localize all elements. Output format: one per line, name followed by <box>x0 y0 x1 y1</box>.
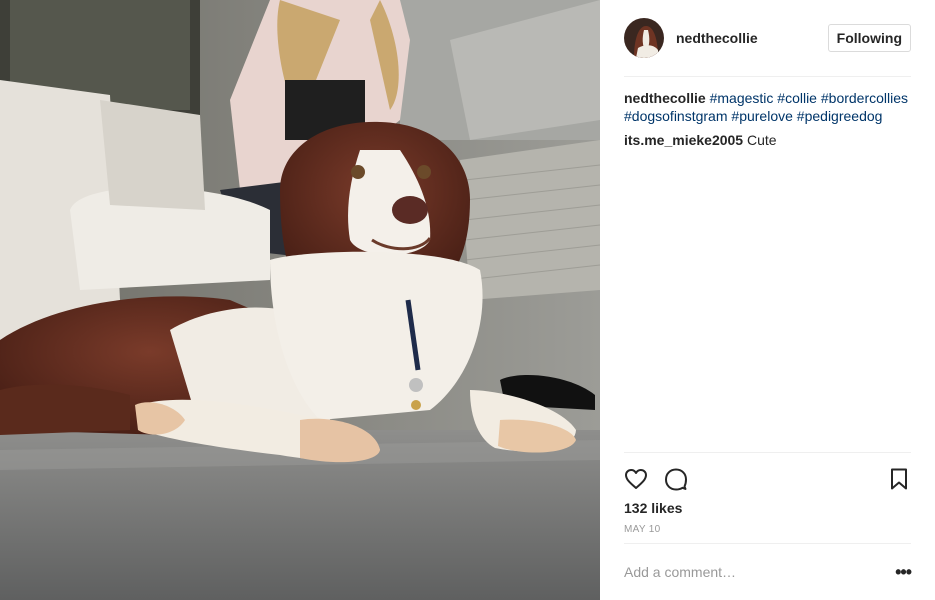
add-comment-input[interactable] <box>624 564 896 580</box>
caption-username[interactable]: nedthecollie <box>624 90 706 106</box>
post-container: nedthecollie Following nedthecollie #mag… <box>0 0 935 600</box>
comment-bubble-icon[interactable] <box>664 467 688 491</box>
caption: nedthecollie #magestic #collie #borderco… <box>624 89 911 125</box>
more-options-icon[interactable]: ••• <box>895 562 912 583</box>
post-username[interactable]: nedthecollie <box>676 30 828 46</box>
hashtag-link[interactable]: #collie <box>777 90 817 106</box>
add-comment-bar: ••• <box>624 543 912 600</box>
hashtag-link[interactable]: #pedigreedog <box>797 108 883 124</box>
likes-count[interactable]: 132 likes <box>624 500 911 516</box>
collie-photo-image <box>0 0 600 600</box>
post-photo[interactable] <box>0 0 600 600</box>
heart-icon[interactable] <box>624 467 648 491</box>
post-header: nedthecollie Following <box>624 0 911 77</box>
collie-avatar-image <box>624 18 664 58</box>
comment-text: Cute <box>746 132 777 148</box>
action-bar <box>624 452 911 496</box>
hashtag-link[interactable]: #bordercollies <box>821 90 908 106</box>
comment-item: its.me_mieke2005 Cute <box>624 131 911 149</box>
comments-section: nedthecollie #magestic #collie #borderco… <box>624 77 911 452</box>
following-button[interactable]: Following <box>827 24 911 52</box>
post-side-panel: nedthecollie Following nedthecollie #mag… <box>600 0 935 600</box>
hashtag-link[interactable]: #magestic <box>710 90 774 106</box>
comment-username[interactable]: its.me_mieke2005 <box>624 132 743 148</box>
hashtag-link[interactable]: #purelove <box>731 108 793 124</box>
bookmark-icon[interactable] <box>887 467 911 491</box>
post-date[interactable]: MAY 10 <box>624 524 911 535</box>
hashtag-link[interactable]: #dogsofinstgram <box>624 108 728 124</box>
avatar[interactable] <box>624 18 664 58</box>
